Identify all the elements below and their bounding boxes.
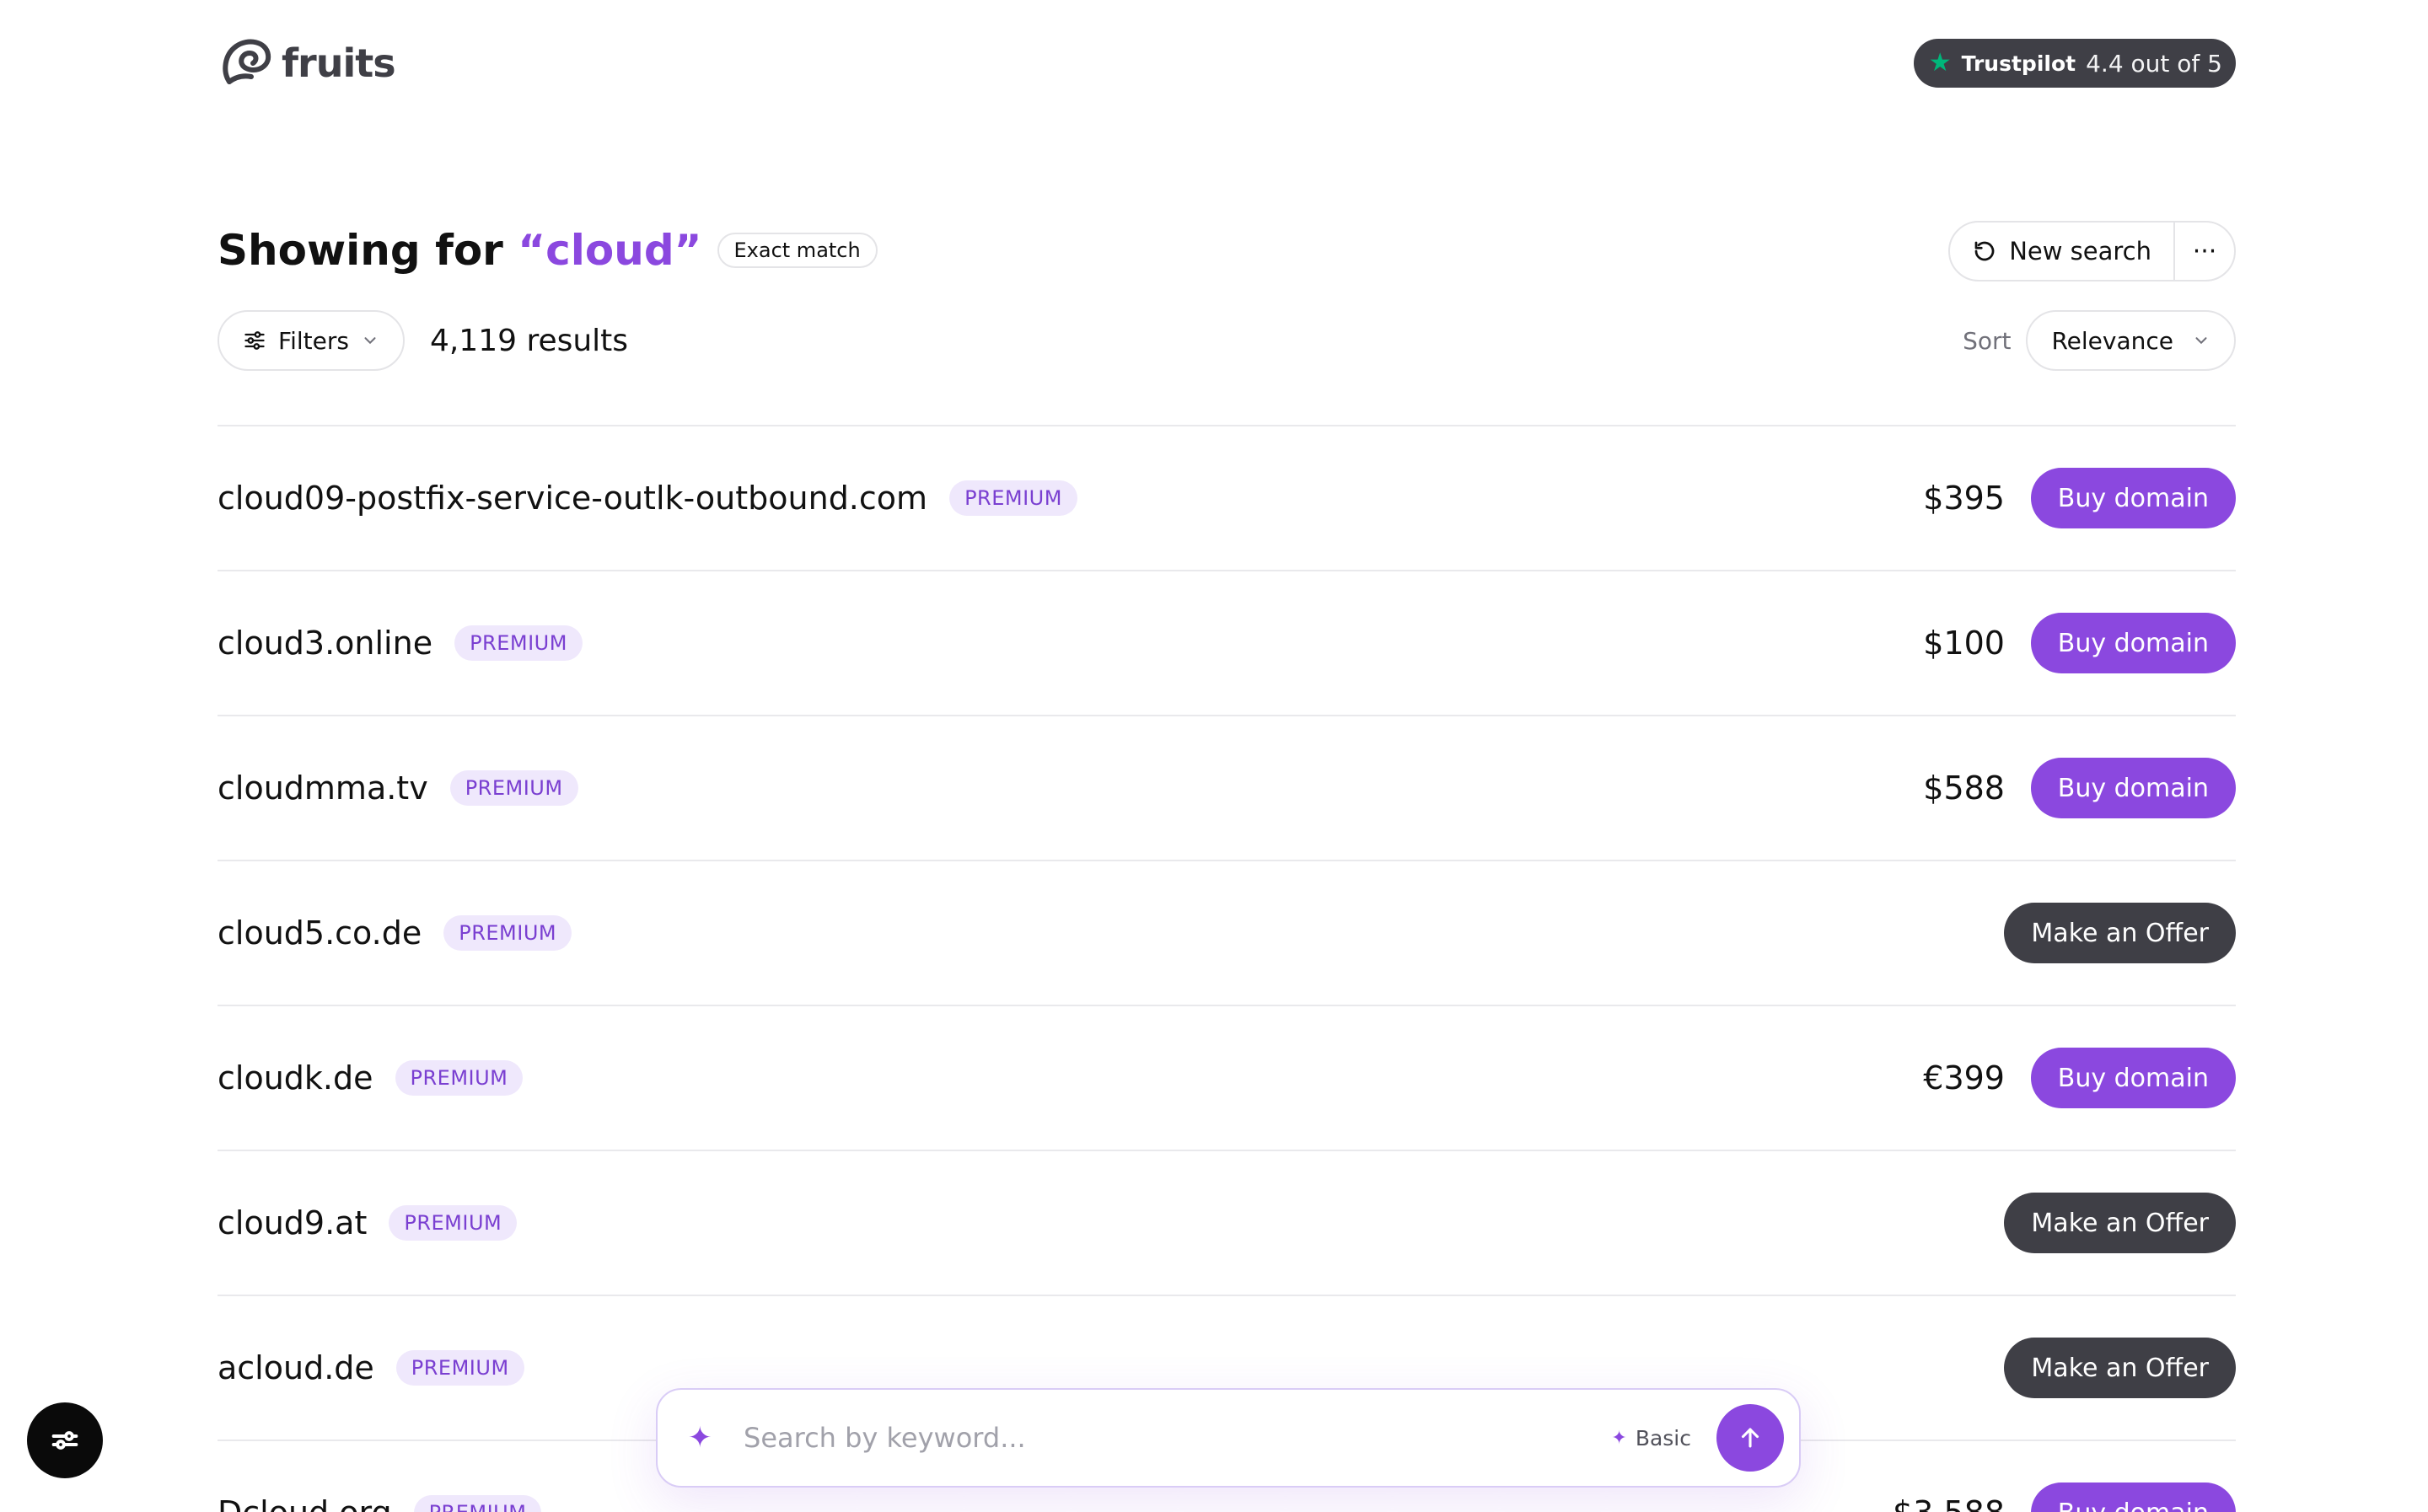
submit-search-button[interactable] [1716, 1404, 1784, 1472]
domain-name[interactable]: acloud.de [218, 1349, 374, 1386]
sparkle-icon: ✦ [688, 1421, 712, 1455]
result-row: cloudmma.tv PREMIUM $588 Buy domain [218, 716, 2236, 861]
premium-badge: PREMIUM [449, 770, 578, 806]
fruits-logo-icon [223, 39, 271, 84]
make-offer-button[interactable]: Make an Offer [2004, 1193, 2236, 1253]
keyword-search-bar: ✦ ✦ Basic [656, 1388, 1801, 1488]
filters-button[interactable]: Filters [218, 310, 405, 371]
domain-price: €399 [1923, 1059, 2005, 1096]
chevron-down-icon [364, 337, 376, 345]
sliders-icon [244, 331, 265, 350]
arrow-up-icon [1741, 1428, 1759, 1448]
result-row: cloudk.de PREMIUM €399 Buy domain [218, 1006, 2236, 1151]
trustpilot-score: 4.4 out of 5 [2086, 49, 2222, 78]
search-keyword: “cloud” [518, 226, 702, 275]
filter-bar: Filters 4,119 results [218, 310, 628, 371]
more-options-button[interactable]: ··· [2175, 223, 2234, 280]
make-offer-button[interactable]: Make an Offer [2004, 1338, 2236, 1398]
exact-match-badge[interactable]: Exact match [717, 233, 878, 268]
premium-badge: PREMIUM [949, 480, 1077, 516]
settings-sliders-icon [51, 1431, 78, 1450]
premium-badge: PREMIUM [443, 915, 572, 951]
results-heading: Showing for “cloud” Exact match [218, 221, 878, 280]
sparkle-icon: ✦ [1611, 1427, 1627, 1449]
premium-badge: PREMIUM [413, 1495, 542, 1512]
domain-name[interactable]: cloud09-postfix-service-outlk-outbound.c… [218, 480, 927, 517]
domain-price: $588 [1923, 769, 2005, 807]
buy-domain-button[interactable]: Buy domain [2030, 468, 2236, 528]
results-list: cloud09-postfix-service-outlk-outbound.c… [218, 425, 2236, 1512]
buy-domain-button[interactable]: Buy domain [2030, 613, 2236, 673]
trustpilot-name: Trustpilot [1961, 51, 2076, 76]
buy-domain-button[interactable]: Buy domain [2030, 1483, 2236, 1512]
filters-label: Filters [278, 326, 349, 355]
result-row: cloud3.online PREMIUM $100 Buy domain [218, 571, 2236, 716]
buy-domain-button[interactable]: Buy domain [2030, 758, 2236, 818]
domain-name[interactable]: cloudmma.tv [218, 769, 428, 807]
premium-badge: PREMIUM [395, 1350, 524, 1386]
sort-value: Relevance [2051, 326, 2173, 355]
results-count: 4,119 results [429, 323, 629, 358]
star-icon: ★ [1928, 48, 1952, 78]
sort-label: Sort [1963, 326, 2012, 355]
settings-button[interactable] [27, 1402, 103, 1478]
result-row: cloud5.co.de PREMIUM Make an Offer [218, 861, 2236, 1006]
new-search-label: New search [2009, 237, 2151, 265]
premium-badge: PREMIUM [389, 1205, 518, 1241]
domain-name[interactable]: cloud9.at [218, 1204, 367, 1241]
premium-badge: PREMIUM [395, 1060, 524, 1096]
sort-control: Sort Relevance [1963, 310, 2236, 371]
domain-price: $3,588 [1893, 1494, 2005, 1512]
domain-name[interactable]: cloudk.de [218, 1059, 373, 1096]
domain-price: $100 [1923, 625, 2005, 662]
chevron-down-icon [2195, 337, 2207, 345]
more-icon: ··· [2192, 236, 2217, 266]
result-row: cloud9.at PREMIUM Make an Offer [218, 1151, 2236, 1296]
new-search-button[interactable]: New search [1950, 223, 2175, 280]
make-offer-button[interactable]: Make an Offer [2004, 903, 2236, 963]
sort-select[interactable]: Relevance [2026, 310, 2236, 371]
buy-domain-button[interactable]: Buy domain [2030, 1048, 2236, 1108]
page: fruits ★ Trustpilot 4.4 out of 5 Showing… [0, 0, 2428, 1512]
search-mode-label: Basic [1635, 1425, 1691, 1450]
title-prefix: Showing for [218, 226, 518, 275]
premium-badge: PREMIUM [454, 625, 583, 661]
brand-name: fruits [282, 40, 396, 86]
domain-name[interactable]: Dcloud.org [218, 1494, 392, 1512]
refresh-icon [1974, 241, 1995, 261]
page-title: Showing for “cloud” [218, 226, 702, 275]
new-search-group: New search ··· [1948, 221, 2236, 281]
domain-price: $395 [1923, 480, 2005, 517]
search-input[interactable] [744, 1422, 1612, 1454]
domain-name[interactable]: cloud5.co.de [218, 914, 422, 952]
search-mode-toggle[interactable]: ✦ Basic [1611, 1426, 1691, 1450]
domain-name[interactable]: cloud3.online [218, 625, 432, 662]
trustpilot-badge[interactable]: ★ Trustpilot 4.4 out of 5 [1913, 39, 2236, 88]
result-row: cloud09-postfix-service-outlk-outbound.c… [218, 426, 2236, 571]
brand-logo[interactable]: fruits [218, 34, 396, 93]
